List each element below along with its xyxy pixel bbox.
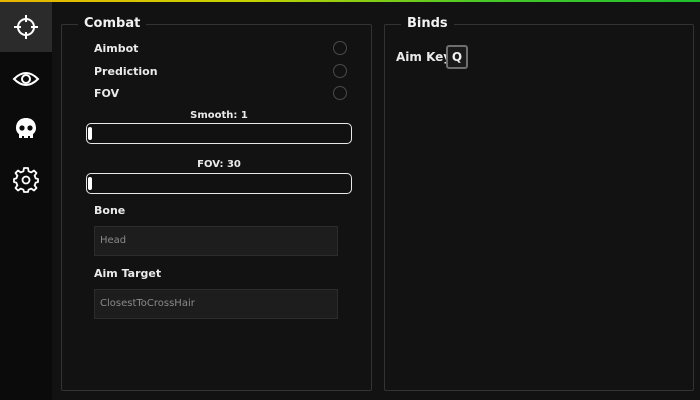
sidebar-item-combat[interactable] (0, 2, 52, 52)
prediction-label: Prediction (94, 65, 158, 78)
crosshair-icon (13, 14, 39, 40)
sidebar-item-misc[interactable] (0, 104, 52, 154)
fov-toggle[interactable] (333, 86, 347, 100)
sidebar-item-settings[interactable] (0, 155, 52, 205)
skull-icon (14, 117, 38, 141)
aimbot-label: Aimbot (94, 42, 139, 55)
aim-key-label: Aim Key (396, 50, 452, 64)
aimbot-toggle[interactable] (333, 41, 347, 55)
top-accent-bar (0, 0, 700, 2)
gear-icon (13, 167, 39, 193)
smooth-slider-label: Smooth: 1 (190, 110, 248, 121)
binds-panel: Binds Aim Key Q (384, 16, 694, 391)
combat-title: Combat (78, 16, 147, 32)
fov-slider-label: FOV: 30 (197, 159, 241, 170)
sidebar-item-visuals[interactable] (0, 54, 52, 104)
bone-dropdown[interactable]: Head (94, 226, 338, 256)
combat-panel: Combat Aimbot Prediction FOV Smooth: 1 F… (61, 16, 372, 391)
eye-icon (12, 69, 40, 89)
binds-title: Binds (401, 16, 454, 32)
aim-key-button[interactable]: Q (446, 45, 468, 69)
smooth-slider[interactable] (86, 123, 352, 144)
bone-label: Bone (94, 204, 126, 217)
app-window: Combat Aimbot Prediction FOV Smooth: 1 F… (0, 0, 700, 400)
fov-slider-fill (88, 177, 92, 190)
fov-slider[interactable] (86, 173, 352, 194)
aim-target-label: Aim Target (94, 267, 162, 280)
aim-target-dropdown[interactable]: ClosestToCrossHair (94, 289, 338, 319)
smooth-slider-fill (88, 127, 92, 140)
fov-toggle-label: FOV (94, 87, 120, 100)
sidebar (0, 2, 52, 400)
prediction-toggle[interactable] (333, 64, 347, 78)
